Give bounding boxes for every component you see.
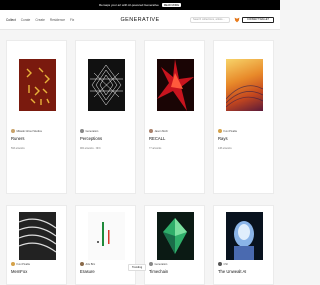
banner-text: Remaps your art with AI-powered Generati… bbox=[98, 3, 159, 7]
artwork-thumbnail bbox=[157, 212, 194, 260]
metamask-fox-icon[interactable] bbox=[234, 17, 240, 23]
artwork-thumbnail bbox=[19, 212, 56, 260]
collection-title: Rays bbox=[218, 135, 228, 141]
editions-count: 593 artworks bbox=[11, 146, 25, 150]
artist-info[interactable]: Mikado Ghoul Studios bbox=[11, 129, 65, 133]
avatar bbox=[149, 262, 153, 266]
artist-info[interactable]: Aris Brix bbox=[80, 262, 134, 266]
announcement-banner: Remaps your art with AI-powered Generati… bbox=[0, 0, 280, 10]
artist-info[interactable]: CSI bbox=[218, 262, 272, 266]
artist-info[interactable]: Fuxi Pivalla bbox=[11, 262, 65, 266]
artist-name: Jason Mohr bbox=[154, 129, 169, 133]
artist-name: Aris Brix bbox=[85, 262, 96, 266]
artwork-thumbnail bbox=[226, 212, 263, 260]
top-navigation: Collect Curate Create Residence Fix GENE… bbox=[0, 10, 280, 30]
collection-title: Runers bbox=[11, 135, 25, 141]
artist-info[interactable]: Jason Mohr bbox=[149, 129, 203, 133]
avatar bbox=[149, 129, 153, 133]
collection-card[interactable]: Jason Mohr RECALL 77 artworks bbox=[144, 40, 205, 194]
artist-name: Mikado Ghoul Studios bbox=[16, 129, 42, 133]
collection-title: The Unwealt AI bbox=[218, 268, 247, 274]
collection-card[interactable]: Mikado Ghoul Studios Runers 593 artworks bbox=[6, 40, 67, 194]
connect-wallet-button[interactable]: CONNECT WALLET bbox=[242, 17, 274, 23]
collection-title: RECALL bbox=[149, 135, 166, 141]
trending-tooltip[interactable]: Trending bbox=[128, 264, 147, 271]
editions-count: 77 artworks bbox=[149, 146, 162, 150]
editions-count: 138 artworks bbox=[218, 146, 232, 150]
artist-name: Generation bbox=[154, 262, 168, 266]
artwork-thumbnail bbox=[226, 59, 263, 111]
artist-info[interactable]: Generation bbox=[80, 129, 134, 133]
collection-title: MemFox bbox=[11, 268, 28, 274]
collection-title: Perceptions bbox=[80, 135, 103, 141]
avatar bbox=[80, 262, 84, 266]
artwork-thumbnail bbox=[88, 212, 125, 260]
avatar bbox=[218, 129, 222, 133]
collection-card[interactable]: Fuxi Pivalla MemFox bbox=[6, 205, 67, 285]
artist-info[interactable]: Generation bbox=[149, 262, 203, 266]
avatar bbox=[218, 262, 222, 266]
artwork-thumbnail bbox=[88, 59, 125, 111]
artist-info[interactable]: Fuxi Pivalla bbox=[218, 129, 272, 133]
artwork-thumbnail bbox=[157, 59, 194, 111]
collection-card[interactable]: Generation Timechain bbox=[144, 205, 205, 285]
collection-card[interactable]: Aris Brix Erasure bbox=[75, 205, 136, 285]
editions-count: 984 artworks · NFC bbox=[80, 146, 101, 150]
avatar bbox=[11, 129, 15, 133]
collection-card[interactable]: Generation Perceptions 984 artworks · NF… bbox=[75, 40, 136, 194]
collection-card[interactable]: CSI The Unwealt AI bbox=[213, 205, 274, 285]
collection-card[interactable]: Fuxi Pivalla Rays 138 artworks bbox=[213, 40, 274, 194]
banner-button[interactable]: READ MORE bbox=[161, 3, 181, 7]
artist-name: Fuxi Pivalla bbox=[16, 262, 30, 266]
collection-title: Timechain bbox=[149, 268, 169, 274]
artwork-thumbnail bbox=[19, 59, 56, 111]
artist-name: Fuxi Pivalla bbox=[223, 129, 237, 133]
collection-title: Erasure bbox=[80, 268, 95, 274]
avatar bbox=[80, 129, 84, 133]
avatar bbox=[11, 262, 15, 266]
artist-name: CSI bbox=[223, 262, 228, 266]
artist-name: Generation bbox=[85, 129, 99, 133]
search-input[interactable]: Search collections, artists... bbox=[190, 17, 230, 23]
